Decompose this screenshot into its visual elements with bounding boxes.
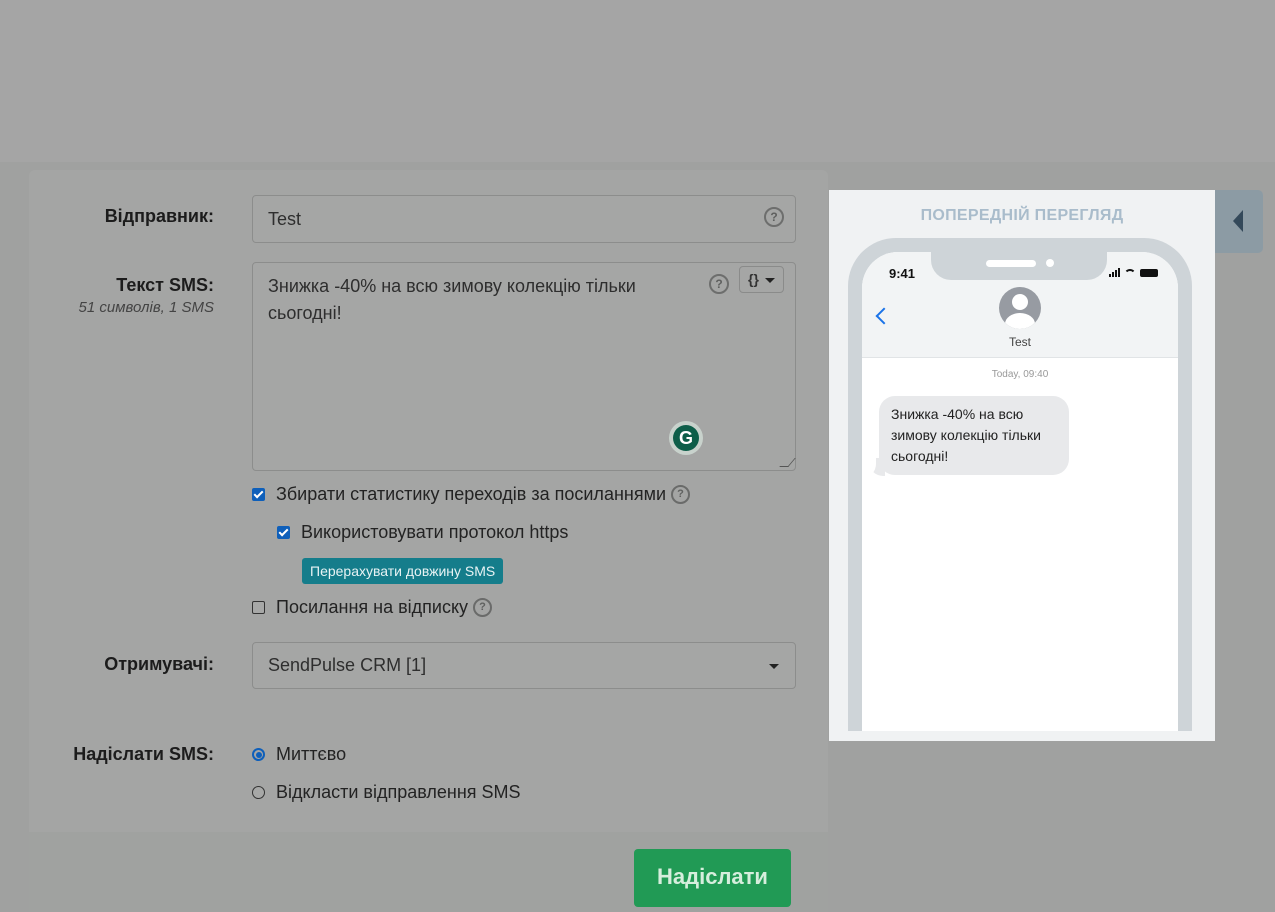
status-icons — [1109, 268, 1158, 277]
messages-header: 9:41 Test — [862, 252, 1178, 358]
schedule-option[interactable]: Відкласти відправлення SMS — [252, 782, 521, 803]
phone-screen: 9:41 Test Today, 09:40 Знижка -40% на вс… — [862, 252, 1178, 741]
recalculate-length-button[interactable]: Перерахувати довжину SMS — [302, 558, 504, 584]
preview-title: ПОПЕРЕДНІЙ ПЕРЕГЛЯД — [920, 207, 1124, 224]
unsubscribe-help-icon[interactable]: ? — [473, 598, 493, 617]
send-now-option[interactable]: Миттєво — [252, 744, 346, 765]
message-bubble: Знижка -40% на всю зимову колекцію тільк… — [879, 396, 1069, 475]
schedule-radio[interactable] — [252, 786, 265, 799]
message-timestamp: Today, 09:40 — [991, 369, 1049, 380]
sms-preview-panel: ПОПЕРЕДНІЙ ПЕРЕГЛЯД 9:41 Test Today, 09:… — [829, 190, 1215, 741]
sms-text-area[interactable]: Знижка -40% на всю зимову колекцію тільк… — [252, 262, 796, 471]
unsubscribe-link-checkbox[interactable] — [252, 601, 265, 614]
contact-avatar-icon — [999, 287, 1041, 329]
send-sms-label: Надіслати SMS: — [73, 744, 214, 764]
preview-bottom-edge — [829, 731, 1215, 741]
variables-icon: {} — [748, 271, 759, 287]
send-button[interactable]: Надіслати — [634, 849, 791, 907]
signal-icon — [1109, 268, 1120, 277]
use-https-label: Використовувати протокол https — [301, 522, 569, 542]
status-clock: 9:41 — [889, 266, 916, 281]
camera-icon — [1046, 259, 1054, 267]
top-overlay-band — [0, 0, 1275, 162]
back-chevron-icon — [875, 307, 893, 325]
phone-mockup: 9:41 Test Today, 09:40 Знижка -40% на вс… — [848, 238, 1192, 741]
speaker-icon — [986, 260, 1036, 267]
phone-notch — [931, 252, 1107, 280]
contact-name: Test — [1008, 335, 1031, 349]
sms-text-help-icon[interactable]: ? — [709, 274, 729, 294]
sender-help-icon[interactable]: ? — [764, 207, 784, 227]
track-clicks-checkbox[interactable] — [252, 488, 265, 501]
sender-input[interactable]: Test ? — [252, 195, 796, 243]
send-now-radio[interactable] — [252, 748, 265, 761]
insert-variable-button[interactable]: {} — [739, 266, 784, 293]
sms-counter: 51 символів, 1 SMS — [78, 299, 214, 316]
use-https-option[interactable]: Використовувати протокол https — [277, 522, 568, 543]
send-now-label: Миттєво — [276, 744, 347, 764]
track-clicks-option[interactable]: Збирати статистику переходів за посиланн… — [252, 484, 691, 505]
sender-label: Відправник: — [104, 206, 214, 226]
battery-icon — [1140, 269, 1158, 277]
track-clicks-help-icon[interactable]: ? — [671, 485, 691, 504]
use-https-checkbox[interactable] — [277, 526, 290, 539]
resize-handle[interactable] — [779, 458, 796, 467]
unsubscribe-link-option[interactable]: Посилання на відписку ? — [252, 597, 493, 618]
grammarly-icon[interactable]: G — [669, 421, 703, 455]
recipients-value: SendPulse CRM [1] — [268, 655, 427, 675]
chevron-down-icon — [769, 664, 779, 669]
unsubscribe-link-label: Посилання на відписку — [276, 597, 469, 617]
recipients-select[interactable]: SendPulse CRM [1] — [252, 642, 796, 689]
sender-value: Test — [268, 209, 302, 229]
track-clicks-label: Збирати статистику переходів за посиланн… — [276, 484, 667, 504]
sms-text-value: Знижка -40% на всю зимову колекцію тільк… — [268, 276, 636, 323]
collapse-preview-button[interactable] — [1215, 190, 1263, 253]
recipients-label: Отримувачі: — [104, 654, 214, 674]
chevron-down-icon — [765, 278, 775, 283]
sms-text-label: Текст SMS: — [116, 275, 214, 295]
wifi-icon — [1124, 269, 1136, 277]
schedule-label: Відкласти відправлення SMS — [276, 782, 521, 802]
